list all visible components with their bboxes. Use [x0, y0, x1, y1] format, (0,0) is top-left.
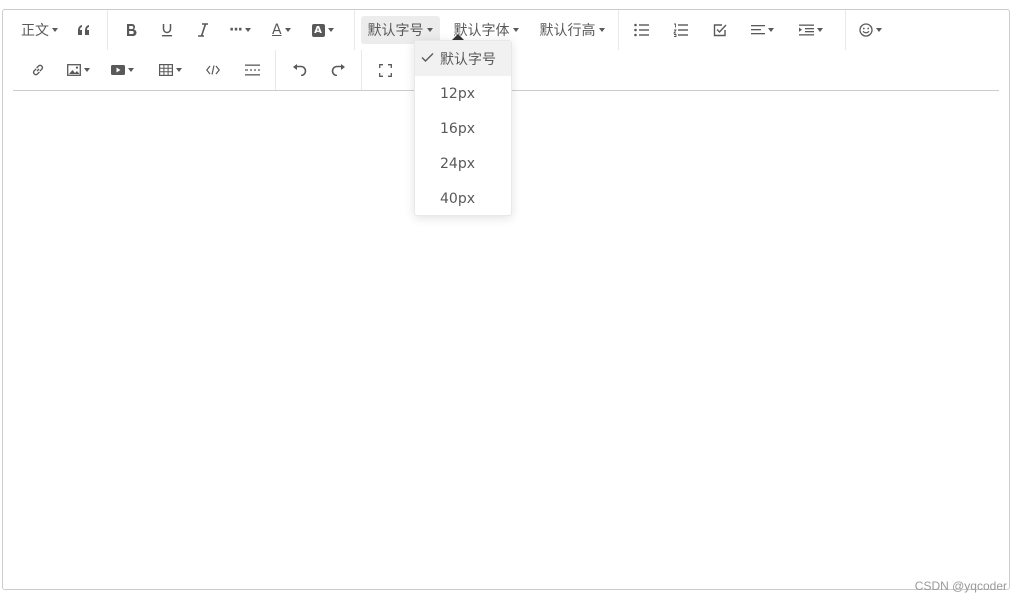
- numbered-list-icon: [673, 23, 689, 37]
- fullscreen-button[interactable]: [368, 56, 402, 84]
- toolbar-row-2: [13, 50, 403, 90]
- underline-icon: [162, 24, 172, 37]
- chevron-down-icon: [426, 28, 433, 32]
- insert-table-button[interactable]: [152, 56, 189, 84]
- font-size-option-label: 40px: [440, 190, 475, 207]
- italic-button[interactable]: [186, 16, 220, 44]
- chevron-down-icon: [327, 28, 334, 32]
- bulleted-list-icon: [634, 23, 650, 37]
- line-height-select-label: 默认行高: [539, 23, 596, 39]
- chevron-down-icon: [816, 28, 823, 32]
- watermark: CSDN @yqcoder: [914, 579, 1007, 593]
- toolbar-separator: [353, 10, 355, 50]
- undo-button[interactable]: [282, 56, 316, 84]
- font-color-label: A: [271, 22, 282, 38]
- numbered-list-button[interactable]: [664, 16, 698, 44]
- chevron-down-icon: [767, 28, 774, 32]
- toolbar-separator: [107, 10, 108, 50]
- image-icon: [67, 64, 81, 76]
- font-size-option-label: 24px: [440, 155, 475, 172]
- table-icon: [159, 64, 173, 76]
- chevron-down-icon: [875, 28, 882, 32]
- align-left-icon: [750, 25, 765, 35]
- font-size-option-12px[interactable]: 12px: [415, 76, 511, 111]
- toolbar-separator: [617, 10, 619, 50]
- chevron-down-icon: [128, 68, 134, 72]
- font-size-select-label: 默认字号: [367, 23, 424, 39]
- font-size-option-24px[interactable]: 24px: [415, 146, 511, 181]
- divider-button[interactable]: [235, 56, 269, 84]
- underline-button[interactable]: [150, 16, 184, 44]
- toolbar-separator: [361, 50, 362, 90]
- chevron-down-icon: [176, 68, 182, 72]
- indent-button[interactable]: [792, 16, 830, 44]
- toolbar-separator: [844, 10, 846, 50]
- chevron-down-icon: [284, 28, 291, 32]
- emoji-button[interactable]: [852, 16, 889, 44]
- insert-image-button[interactable]: [60, 56, 97, 84]
- chevron-down-icon: [512, 28, 519, 32]
- bulleted-list-button[interactable]: [625, 16, 659, 44]
- justify-button[interactable]: [744, 16, 781, 44]
- font-size-option-label: 12px: [440, 85, 475, 102]
- redo-icon: [331, 64, 345, 76]
- bold-icon: [127, 24, 137, 37]
- italic-icon: [198, 23, 208, 37]
- font-size-option-16px[interactable]: 16px: [415, 111, 511, 146]
- bold-button[interactable]: [114, 16, 148, 44]
- line-height-select-button[interactable]: 默认行高: [533, 16, 612, 44]
- header-select-label: 正文: [21, 23, 49, 39]
- more-style-button[interactable]: ···: [222, 16, 258, 44]
- font-size-option-label: 16px: [440, 120, 475, 137]
- video-icon: [111, 65, 125, 75]
- todo-button[interactable]: [703, 16, 737, 44]
- font-size-dropdown-menu: 默认字号 12px 16px 24px 40px: [414, 40, 512, 216]
- check-icon: [421, 53, 434, 62]
- font-size-option-default[interactable]: 默认字号: [415, 41, 511, 76]
- blockquote-icon: [78, 25, 89, 35]
- insert-link-button[interactable]: [21, 56, 55, 84]
- bg-color-button[interactable]: A: [305, 16, 341, 44]
- divider-icon: [244, 64, 260, 76]
- header-select-button[interactable]: 正文: [14, 16, 65, 44]
- indent-icon: [798, 24, 814, 36]
- bg-color-icon: A: [311, 23, 325, 37]
- chevron-down-icon: [244, 28, 251, 32]
- dropdown-arrow: [452, 34, 464, 40]
- font-color-button[interactable]: A: [265, 16, 298, 44]
- redo-button[interactable]: [321, 56, 355, 84]
- smile-icon: [858, 23, 873, 37]
- chevron-down-icon: [598, 28, 605, 32]
- code-block-button[interactable]: [196, 56, 230, 84]
- undo-icon: [292, 64, 306, 76]
- chevron-down-icon: [52, 28, 58, 32]
- bg-color-label: A: [314, 24, 322, 36]
- code-icon: [206, 65, 220, 75]
- more-style-label: ···: [229, 22, 243, 38]
- link-icon: [32, 64, 44, 76]
- insert-video-button[interactable]: [104, 56, 141, 84]
- toolbar-separator: [275, 50, 276, 90]
- checkbox-icon: [713, 24, 727, 37]
- fullscreen-icon: [378, 63, 392, 77]
- blockquote-button[interactable]: [67, 16, 101, 44]
- font-size-option-label: 默认字号: [440, 51, 496, 68]
- chevron-down-icon: [84, 68, 90, 72]
- font-size-option-40px[interactable]: 40px: [415, 181, 511, 216]
